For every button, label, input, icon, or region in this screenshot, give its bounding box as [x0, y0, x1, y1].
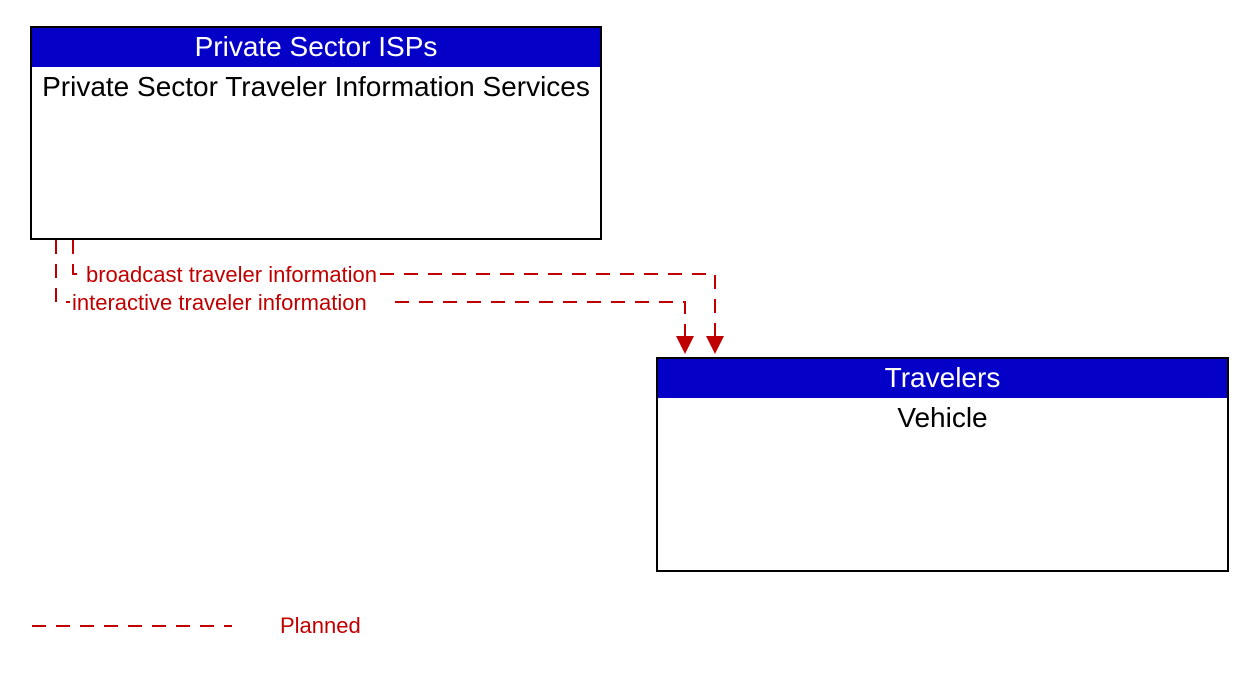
entity-body-travelers: Vehicle: [658, 398, 1227, 434]
entity-header-travelers: Travelers: [658, 359, 1227, 398]
legend-label-planned: Planned: [280, 613, 361, 639]
entity-box-travelers: Travelers Vehicle: [656, 357, 1229, 572]
flow-label-broadcast-traveler-information: broadcast traveler information: [86, 262, 377, 288]
entity-box-private-sector-isps: Private Sector ISPs Private Sector Trave…: [30, 26, 602, 240]
entity-body-private-sector-isps: Private Sector Traveler Information Serv…: [32, 67, 600, 103]
entity-header-private-sector-isps: Private Sector ISPs: [32, 28, 600, 67]
flow-label-interactive-traveler-information: interactive traveler information: [72, 290, 367, 316]
